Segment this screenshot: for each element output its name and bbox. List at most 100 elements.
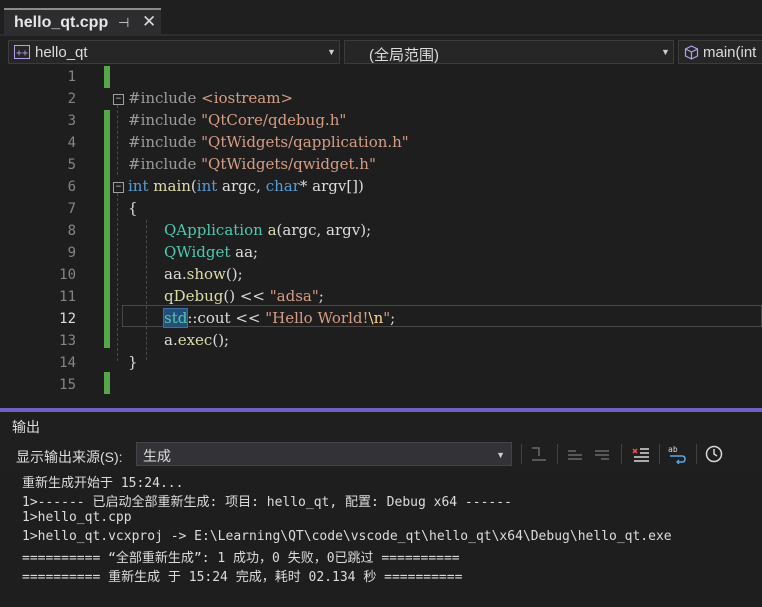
- code-token: a: [267, 221, 277, 239]
- fold-guide: [117, 105, 118, 175]
- toolbar-divider: [659, 444, 660, 464]
- line-number: 13: [59, 333, 76, 349]
- output-source-label: 显示输出来源(S):: [16, 449, 123, 465]
- toolbar-divider: [696, 444, 697, 464]
- scope-dropdown[interactable]: (全局范围) ▼: [344, 40, 674, 64]
- code-token: ::cout <<: [187, 309, 266, 327]
- chevron-down-icon: ▼: [496, 450, 505, 460]
- document-tab-bar: hello_qt.cpp ⊣ ✕: [0, 0, 762, 36]
- find-message-icon[interactable]: [529, 444, 549, 464]
- code-token: #include: [128, 155, 202, 173]
- code-token: int: [196, 177, 218, 195]
- toolbar-divider: [557, 444, 558, 464]
- change-marker: [104, 372, 110, 394]
- code-token: aa;: [230, 243, 259, 261]
- output-source-value: 生成: [143, 448, 171, 464]
- chevron-down-icon: ▼: [327, 47, 336, 57]
- clock-icon[interactable]: [704, 444, 724, 464]
- code-token: "QtWidgets/qwidget.h": [201, 155, 376, 173]
- code-line-5: #include "QtWidgets/qwidget.h": [128, 155, 376, 173]
- navigation-bar: ++ hello_qt ▼ (全局范围) ▼ main(int: [0, 38, 762, 66]
- fold-guide: [117, 193, 118, 361]
- change-marker: [104, 110, 110, 348]
- cube-icon: [684, 45, 699, 60]
- code-token: aa.: [164, 265, 187, 283]
- output-line: ========== “全部重新生成”: 1 成功，0 失败，0已跳过 ====…: [22, 551, 460, 566]
- code-line-10: aa.show();: [164, 265, 243, 283]
- output-line: 1>hello_qt.cpp: [22, 510, 132, 525]
- output-text-area[interactable]: 重新生成开始于 15:24... 1>------ 已启动全部重新生成: 项目:…: [0, 470, 762, 607]
- member-dropdown[interactable]: main(int: [678, 40, 762, 64]
- code-token: argc,: [217, 177, 266, 195]
- code-token: {: [128, 199, 138, 217]
- code-line-7: {: [128, 199, 138, 217]
- code-token: #include: [128, 133, 202, 151]
- selected-token: std: [162, 308, 189, 328]
- document-tab[interactable]: hello_qt.cpp ⊣ ✕: [4, 8, 161, 36]
- code-editor[interactable]: 1 2 3 4 5 6 7 8 9 10 11 12 13 14 15 − − …: [0, 66, 762, 408]
- project-dropdown[interactable]: ++ hello_qt ▼: [8, 40, 340, 64]
- code-line-8: QApplication a(argc, argv);: [164, 221, 371, 239]
- code-token: (argc, argv);: [276, 221, 372, 239]
- line-number: 3: [67, 113, 76, 129]
- output-line: 1>------ 已启动全部重新生成: 项目: hello_qt, 配置: De…: [22, 495, 512, 510]
- tab-title: hello_qt.cpp: [14, 14, 109, 31]
- scope-name: (全局范围): [369, 47, 439, 64]
- line-number: 10: [59, 267, 76, 283]
- chevron-down-icon: ▼: [661, 47, 670, 57]
- code-token: show: [186, 265, 226, 283]
- project-icon: ++: [14, 45, 30, 59]
- code-line-6: int main(int argc, char* argv[]): [128, 177, 364, 195]
- clear-all-icon[interactable]: [631, 444, 651, 464]
- pin-icon[interactable]: ⊣: [118, 15, 129, 31]
- code-token: exec: [177, 331, 213, 349]
- output-toolbar: 显示输出来源(S): 生成 ▼ ab: [0, 438, 762, 470]
- code-line-2: #include <iostream>: [128, 89, 293, 107]
- line-number: 15: [59, 377, 76, 393]
- line-number: 14: [59, 355, 76, 371]
- code-line-9: QWidget aa;: [164, 243, 258, 261]
- collapse-icon[interactable]: −: [113, 94, 124, 105]
- code-token: #include: [128, 89, 202, 107]
- project-name: hello_qt: [35, 44, 88, 61]
- output-panel-title: 输出: [12, 419, 40, 435]
- line-number: 8: [67, 223, 76, 239]
- previous-message-icon[interactable]: [565, 444, 585, 464]
- indent-guide: [146, 220, 147, 360]
- line-number: 11: [59, 289, 76, 305]
- code-token: * argv[]): [299, 177, 364, 195]
- line-number: 9: [67, 245, 76, 261]
- line-number-current: 12: [59, 311, 76, 327]
- code-token: #include: [128, 111, 202, 129]
- code-line-13: a.exec();: [164, 331, 229, 349]
- code-token: ();: [212, 331, 230, 349]
- code-token: a.: [164, 331, 178, 349]
- collapse-icon[interactable]: −: [113, 182, 124, 193]
- code-token: }: [128, 353, 138, 371]
- code-line-3: #include "QtCore/qdebug.h": [128, 111, 346, 129]
- next-message-icon[interactable]: [592, 444, 612, 464]
- output-panel-header: 输出: [0, 412, 762, 438]
- line-number: 1: [67, 69, 76, 85]
- toolbar-divider: [621, 444, 622, 464]
- output-source-dropdown[interactable]: 生成 ▼: [136, 442, 512, 466]
- close-icon[interactable]: ✕: [142, 12, 156, 32]
- code-token: ;: [318, 287, 324, 305]
- code-token: \n: [368, 309, 384, 327]
- code-token: "QtWidgets/qapplication.h": [201, 133, 409, 151]
- line-number: 2: [67, 91, 76, 107]
- word-wrap-icon[interactable]: ab: [667, 444, 687, 464]
- code-token: "QtCore/qdebug.h": [201, 111, 347, 129]
- code-token: QWidget: [164, 243, 231, 261]
- code-line-14: }: [128, 353, 138, 371]
- line-number: 5: [67, 157, 76, 173]
- svg-text:ab: ab: [668, 445, 678, 454]
- output-line: ========== 重新生成 于 15:24 完成，耗时 02.134 秒 =…: [22, 570, 463, 585]
- code-token: ;: [390, 309, 396, 327]
- code-token: qDebug: [164, 287, 224, 305]
- change-marker: [104, 66, 110, 88]
- code-line-11: qDebug() << "adsa";: [164, 287, 324, 305]
- code-token: ();: [225, 265, 243, 283]
- code-token: main: [153, 177, 191, 195]
- code-token: <iostream>: [201, 89, 294, 107]
